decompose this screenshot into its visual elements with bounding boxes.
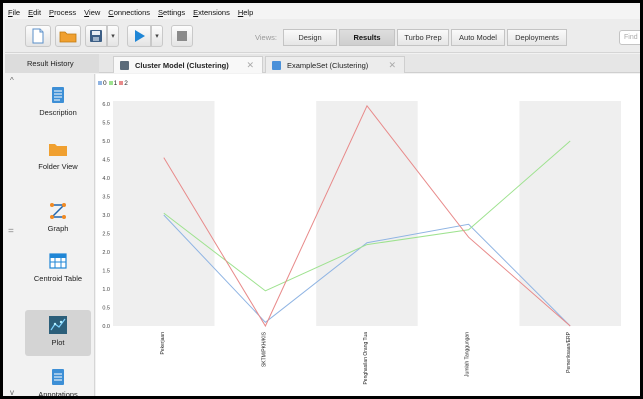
sidebar-item-annotations[interactable]: Annotations — [25, 368, 91, 399]
y-tick-label: 3.0 — [102, 213, 110, 219]
y-tick-label: 4.0 — [102, 176, 110, 182]
legend-item-0[interactable]: 0 — [98, 80, 107, 87]
sidebar-item-graph[interactable]: Graph — [25, 202, 91, 233]
stop-button[interactable] — [171, 25, 193, 47]
tab-cluster-model[interactable]: Cluster Model (Clustering) ✕ — [113, 56, 263, 73]
annotations-icon — [47, 368, 69, 386]
scroll-down-icon[interactable]: v — [10, 388, 14, 396]
y-tick-label: 2.5 — [102, 232, 110, 238]
sidebar-item-label: Description — [39, 108, 77, 117]
chevron-down-icon: ▾ — [155, 33, 159, 40]
x-tick-label: Penghasilan Orang Tua — [363, 332, 369, 385]
y-tick-label: 4.5 — [102, 158, 110, 164]
folder-icon — [59, 31, 77, 43]
y-tick-label: 6.0 — [102, 102, 110, 108]
new-document-icon — [32, 28, 44, 44]
x-tick-label: Jumlah Tanggungan — [465, 332, 471, 377]
view-tab-turbo-prep[interactable]: Turbo Prep — [397, 29, 449, 46]
result-history-tab[interactable]: Result History — [5, 54, 99, 73]
view-tab-deployments[interactable]: Deployments — [507, 29, 567, 46]
menu-extensions[interactable]: Extensions — [193, 8, 230, 17]
x-tick-label: SKTM/PKH/KIS — [261, 331, 267, 367]
y-tick-label: 5.5 — [102, 121, 110, 127]
run-dropdown-arrow[interactable]: ▾ — [151, 25, 163, 47]
results-tab-bar: Result History Cluster Model (Clustering… — [5, 54, 640, 73]
tab-exampleset[interactable]: ExampleSet (Clustering) ✕ — [265, 56, 405, 73]
menu-view[interactable]: View — [84, 8, 100, 17]
menu-settings[interactable]: Settings — [158, 8, 185, 17]
save-icon — [90, 30, 102, 42]
view-tab-auto-model[interactable]: Auto Model — [451, 29, 505, 46]
y-tick-label: 1.0 — [102, 287, 110, 293]
tab-cluster-model-label: Cluster Model (Clustering) — [135, 60, 229, 70]
play-icon — [135, 30, 145, 42]
sidebar-item-label: Annotations — [38, 390, 78, 399]
y-tick-label: 3.5 — [102, 195, 110, 201]
column-band — [214, 101, 317, 326]
legend-swatch — [98, 81, 102, 85]
views-label: Views: — [255, 33, 277, 42]
toolbar: ▾ ▾ Views: Design Results Turbo Prep Aut… — [5, 19, 640, 53]
x-tick-label: Pekerjaan — [160, 332, 166, 355]
save-dropdown-arrow[interactable]: ▾ — [107, 25, 119, 47]
x-tick-label: Pemeriksaan/ERP — [566, 331, 572, 373]
y-tick-label: 0.0 — [102, 324, 110, 330]
menu-bar: File Edit Process View Connections Setti… — [5, 5, 640, 19]
splitter-handle-icon[interactable]: = — [8, 226, 14, 237]
new-process-button[interactable] — [25, 25, 51, 47]
menu-connections[interactable]: Connections — [108, 8, 150, 17]
find-input[interactable]: Find — [619, 30, 640, 45]
graph-icon — [47, 202, 69, 220]
menu-edit[interactable]: Edit — [28, 8, 41, 17]
legend-swatch — [108, 81, 113, 85]
close-icon[interactable]: ✕ — [388, 60, 396, 71]
document-icon — [47, 86, 69, 104]
plot-icon — [47, 316, 69, 334]
column-band — [316, 101, 418, 326]
y-tick-label: 5.0 — [102, 139, 110, 145]
table-icon — [47, 252, 69, 270]
view-tab-design[interactable]: Design — [283, 29, 337, 46]
scroll-up-icon[interactable]: ^ — [10, 76, 14, 85]
stop-icon — [177, 31, 187, 41]
menu-help[interactable]: Help — [238, 8, 253, 17]
exampleset-icon — [272, 60, 281, 70]
sidebar-item-label: Centroid Table — [33, 274, 83, 283]
chart-legend: 0 1 2 — [98, 77, 130, 89]
folder-icon — [47, 140, 69, 158]
legend-item-1[interactable]: 1 — [108, 79, 118, 87]
plot-panel: 0 1 2 0.0 0.5 1.0 1.5 2.0 2.5 3.0 3.5 4.0 4.5 5.0 5… — [96, 74, 641, 399]
y-tick-label: 0.5 — [102, 306, 110, 312]
sidebar-item-label: Plot — [51, 338, 65, 347]
legend-label: 0 — [103, 79, 107, 87]
tab-exampleset-label: ExampleSet (Clustering) — [287, 60, 369, 70]
open-button[interactable] — [55, 25, 81, 47]
cluster-model-icon — [120, 60, 129, 70]
sidebar-item-label: Folder View — [38, 162, 78, 171]
y-tick-label: 1.5 — [102, 269, 110, 275]
chevron-down-icon: ▾ — [111, 33, 115, 40]
legend-label: 2 — [124, 79, 128, 87]
legend-label: 1 — [113, 79, 118, 87]
result-view-sidebar: ^ v = Description Folder View Graph Cent… — [5, 74, 95, 399]
parallel-plot[interactable]: 0.0 0.5 1.0 1.5 2.0 2.5 3.0 3.5 4.0 4.5 5.0 5.5 6.0 P… — [96, 74, 641, 399]
sidebar-item-description[interactable]: Description — [25, 86, 91, 117]
sidebar-item-label: Graph — [47, 224, 69, 233]
menu-file[interactable]: File — [8, 8, 20, 17]
column-band — [519, 101, 621, 326]
legend-item-2[interactable]: 2 — [119, 80, 128, 87]
app-window: File Edit Process View Connections Setti… — [0, 0, 643, 399]
sidebar-item-centroid-table[interactable]: Centroid Table — [25, 252, 91, 283]
save-button[interactable] — [85, 25, 107, 47]
view-tab-results[interactable]: Results — [339, 29, 395, 46]
sidebar-item-folder-view[interactable]: Folder View — [25, 140, 91, 171]
close-icon[interactable]: ✕ — [246, 60, 254, 71]
sidebar-item-plot[interactable]: Plot — [25, 310, 91, 356]
legend-swatch — [119, 81, 124, 85]
y-tick-label: 2.0 — [102, 250, 110, 256]
run-button[interactable] — [127, 25, 151, 47]
column-band — [417, 101, 520, 326]
menu-process[interactable]: Process — [49, 8, 76, 17]
